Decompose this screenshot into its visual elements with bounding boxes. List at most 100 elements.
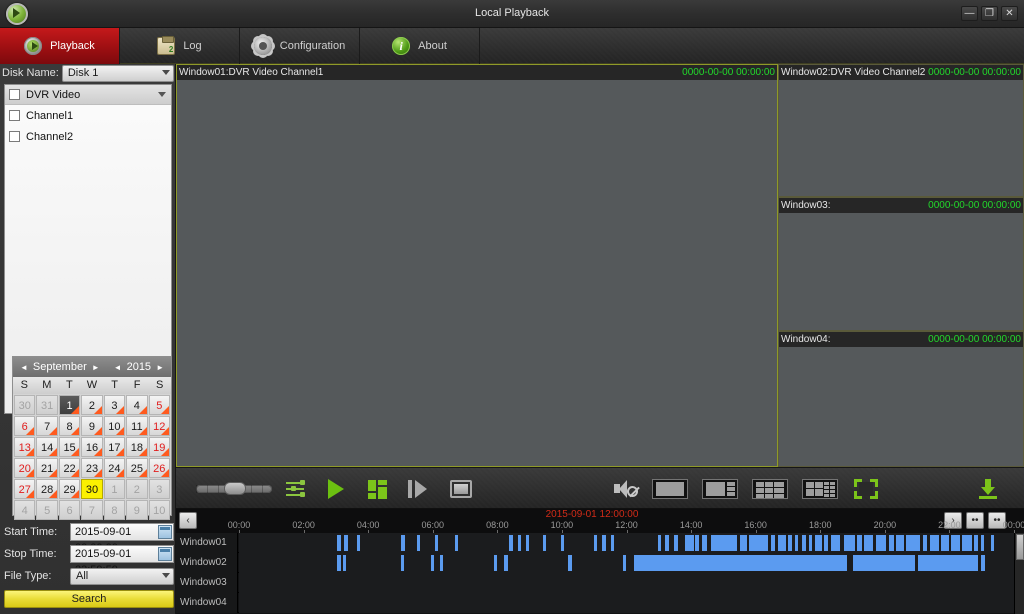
calendar-day[interactable]: 7 [81, 500, 103, 520]
calendar-day[interactable]: 5 [36, 500, 58, 520]
recording-segment[interactable] [439, 555, 443, 571]
search-button[interactable]: Search [4, 590, 174, 608]
recording-segment[interactable] [561, 535, 565, 551]
close-button[interactable]: ✕ [1001, 6, 1018, 21]
recording-segment[interactable] [455, 535, 459, 551]
timeline-prev-button[interactable]: ‹ [179, 512, 197, 529]
calendar-day[interactable]: 29 [58, 479, 81, 499]
timeline-row[interactable]: Window01 [176, 533, 1024, 553]
calendar-day[interactable]: 4 [14, 500, 36, 520]
layout-single-button[interactable] [652, 479, 688, 499]
calendar-day[interactable]: 30 [14, 395, 36, 415]
recording-segment[interactable] [568, 555, 572, 571]
recording-segment[interactable] [889, 535, 894, 551]
calendar-day[interactable]: 14 [36, 437, 58, 457]
calendar-day[interactable]: 4 [126, 395, 148, 415]
calendar-day[interactable]: 30 [81, 479, 103, 499]
recording-segment[interactable] [685, 535, 694, 551]
recording-segment[interactable] [504, 555, 508, 571]
prev-year-icon[interactable]: ◄ [114, 363, 122, 372]
maximize-button[interactable]: ❐ [981, 6, 998, 21]
recording-segment[interactable] [702, 535, 708, 551]
recording-segment[interactable] [509, 535, 513, 551]
calendar-day[interactable]: 31 [36, 395, 58, 415]
tab-configuration[interactable]: Configuration [240, 28, 360, 64]
channel2-checkbox[interactable] [9, 131, 20, 142]
calendar-day[interactable]: 2 [81, 395, 103, 415]
video-window-03[interactable]: Window03: 0000-00-00 00:00:00 [778, 197, 1024, 331]
calendar-day[interactable]: 3 [148, 479, 170, 499]
calendar-day[interactable]: 15 [58, 437, 81, 457]
recording-segment[interactable] [974, 535, 979, 551]
calendar-day[interactable]: 7 [36, 416, 58, 436]
recording-segment[interactable] [336, 535, 341, 551]
calendar-day[interactable]: 21 [36, 458, 58, 478]
recording-segment[interactable] [342, 555, 347, 571]
calendar-day[interactable]: 3 [103, 395, 126, 415]
recording-segment[interactable] [431, 555, 435, 571]
calendar-day[interactable]: 2 [126, 479, 148, 499]
video-window-02[interactable]: Window02:DVR Video Channel2 0000-00-00 0… [778, 64, 1024, 197]
calendar-month-nav[interactable]: ◄ September ► [20, 361, 100, 373]
calendar-day[interactable]: 18 [126, 437, 148, 457]
timeline-scrollbar[interactable] [1014, 533, 1024, 614]
recording-segment[interactable] [876, 535, 887, 551]
recording-segment[interactable] [814, 535, 822, 551]
disk-name-select[interactable]: Disk 1 [61, 64, 174, 82]
next-month-icon[interactable]: ► [92, 363, 100, 372]
recording-segment[interactable] [864, 535, 873, 551]
recording-segment[interactable] [344, 535, 348, 551]
recording-segment[interactable] [801, 535, 806, 551]
layout-1plus5-button[interactable] [702, 479, 738, 499]
calendar-day[interactable]: 1 [58, 395, 81, 415]
calendar-day[interactable]: 17 [103, 437, 126, 457]
prev-month-icon[interactable]: ◄ [20, 363, 28, 372]
file-type-select[interactable]: All [70, 567, 174, 585]
calendar-day[interactable]: 26 [148, 458, 170, 478]
timeline-scrollbar-thumb[interactable] [1016, 534, 1024, 560]
calendar-day[interactable]: 10 [103, 416, 126, 436]
calendar-year-nav[interactable]: ◄ 2015 ► [114, 361, 164, 373]
download-button[interactable] [978, 479, 998, 499]
recording-segment[interactable] [710, 535, 738, 551]
calendar-day[interactable]: 8 [58, 416, 81, 436]
multi-view-button[interactable] [368, 480, 387, 499]
speed-slider[interactable] [196, 482, 272, 495]
calendar-day[interactable]: 13 [14, 437, 36, 457]
tree-root-dvr-video[interactable]: DVR Video [5, 85, 171, 105]
calendar-day[interactable]: 6 [14, 416, 36, 436]
minimize-button[interactable]: — [961, 6, 978, 21]
video-window-03-canvas[interactable] [779, 213, 1023, 330]
calendar-day[interactable]: 16 [81, 437, 103, 457]
recording-segment[interactable] [980, 535, 984, 551]
recording-segment[interactable] [843, 535, 856, 551]
channel1-checkbox[interactable] [9, 110, 20, 121]
recording-segment[interactable] [400, 535, 405, 551]
timeline-row[interactable]: Window04 [176, 593, 1024, 613]
recording-segment[interactable] [623, 555, 627, 571]
recording-segment[interactable] [542, 535, 546, 551]
timeline-track[interactable] [239, 553, 1019, 573]
recording-segment[interactable] [917, 555, 979, 571]
timeline-zoom-out-button[interactable]: •• [966, 512, 984, 529]
fullscreen-button[interactable] [854, 479, 878, 499]
recording-segment[interactable] [852, 555, 915, 571]
recording-segment[interactable] [336, 555, 341, 571]
dvr-video-checkbox[interactable] [9, 89, 20, 100]
recording-segment[interactable] [981, 555, 986, 571]
calendar-day[interactable]: 24 [103, 458, 126, 478]
recording-segment[interactable] [417, 535, 421, 551]
layout-9-button[interactable] [752, 479, 788, 499]
calendar-day[interactable]: 19 [148, 437, 170, 457]
tree-item-channel1[interactable]: Channel1 [5, 105, 171, 126]
frame-step-button[interactable] [408, 480, 428, 498]
timeline-row[interactable]: Window03 [176, 573, 1024, 593]
timeline-track[interactable] [239, 573, 1014, 593]
speed-slider-knob[interactable] [224, 482, 246, 495]
recording-segment[interactable] [941, 535, 949, 551]
calendar-day[interactable]: 9 [81, 416, 103, 436]
recording-segment[interactable] [634, 555, 848, 571]
recording-segment[interactable] [906, 535, 921, 551]
recording-segment[interactable] [824, 535, 828, 551]
recording-segment[interactable] [778, 535, 787, 551]
